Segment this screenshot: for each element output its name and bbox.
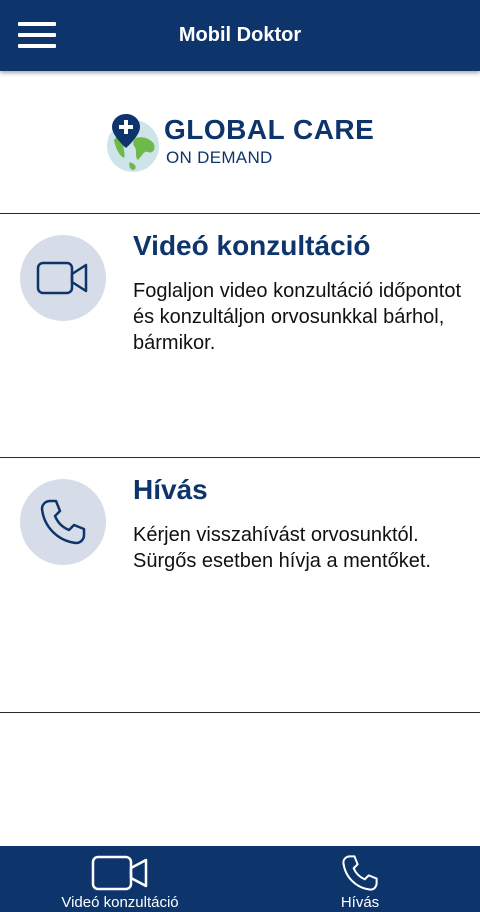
logo-text-sub: ON DEMAND (166, 148, 273, 167)
app-screen: Mobil Doktor GLOBAL CARE ON DEMAND Videó… (0, 0, 480, 912)
video-consultation-card[interactable]: Videó konzultáció Foglaljon video konzul… (0, 214, 480, 458)
logo-text-main: GLOBAL CARE (164, 114, 375, 145)
card-description: Foglaljon video konzultáció időpontot és… (133, 280, 461, 354)
bottom-tab-call[interactable]: Hívás (300, 846, 420, 912)
phone-icon (40, 499, 86, 545)
card-title: Hívás (133, 474, 208, 505)
call-card[interactable]: Hívás Kérjen visszahívást orvosunktól. S… (0, 458, 480, 702)
phone-icon-circle (20, 479, 106, 565)
top-app-bar: Mobil Doktor (0, 0, 480, 71)
video-icon-circle (20, 235, 106, 321)
video-camera-icon (91, 855, 148, 891)
globe-pin-icon (107, 114, 159, 172)
global-care-logo: GLOBAL CARE ON DEMAND (104, 110, 384, 174)
bottom-tab-label: Hívás (340, 894, 380, 911)
phone-icon (342, 855, 378, 891)
page-title: Mobil Doktor (178, 24, 302, 46)
card-title: Videó konzultáció (133, 230, 371, 261)
divider (0, 712, 480, 713)
hamburger-menu-icon[interactable] (12, 12, 62, 58)
bottom-tab-label: Videó konzultáció (61, 894, 179, 911)
bottom-tab-video[interactable]: Videó konzultáció (40, 846, 200, 912)
card-description: Kérjen visszahívást orvosunktól. Sürgős … (133, 524, 431, 572)
video-camera-icon (36, 261, 88, 295)
bottom-navigation: Videó konzultáció Hívás (0, 846, 480, 912)
